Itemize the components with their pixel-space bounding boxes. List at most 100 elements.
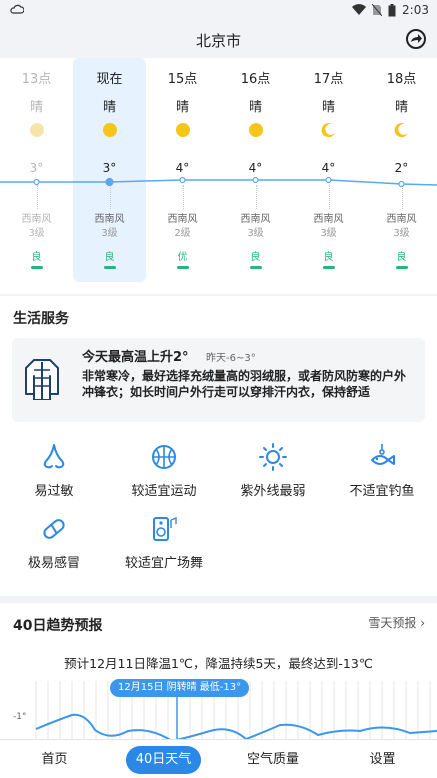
aqi-bar — [249, 266, 262, 269]
trend-tooltip: 12月15日 阴转晴 最低-13° — [110, 679, 250, 697]
tab-air-quality[interactable]: 空气质量 — [218, 740, 328, 778]
aqi-bar — [395, 266, 408, 269]
hour-condition: 晴 — [248, 100, 262, 115]
tip-headline: 今天最高温上升2° — [82, 350, 189, 365]
tab-settings[interactable]: 设置 — [328, 740, 437, 778]
aqi-label: 良 — [396, 252, 407, 263]
dotted-guide — [36, 185, 38, 209]
hour-temperature: 2° — [394, 161, 409, 175]
aqi-bar — [30, 266, 43, 269]
service-label: 易过敏 — [34, 484, 74, 499]
sun-icon — [175, 123, 190, 137]
chevron-right-icon: › — [420, 616, 425, 630]
aqi-label: 优 — [177, 252, 188, 263]
wind-direction: 西南风 — [386, 214, 417, 225]
jacket-icon — [25, 359, 59, 400]
service-label: 极易感冒 — [27, 556, 80, 571]
hour-temperature: 4° — [248, 161, 263, 175]
section-title: 40日趋势预报 — [13, 618, 103, 634]
service-fishing[interactable]: 不适宜钓鱼 — [336, 442, 428, 499]
hour-column[interactable]: 15点晴 4° 西南风 2级优 — [146, 58, 219, 282]
aqi-bar — [103, 266, 116, 269]
wind-level: 3级 — [28, 228, 45, 239]
hour-temperature: 4° — [321, 161, 336, 175]
tip-body: 非常寒冷，最好选择充绒量高的羽绒服，或者防风防寒的户外冲锋衣；如长时间户外行走可… — [82, 369, 407, 399]
hour-condition: 晴 — [102, 100, 116, 115]
dotted-guide — [182, 185, 184, 209]
share-icon[interactable] — [405, 28, 427, 50]
service-sport[interactable]: 较适宜运动 — [118, 442, 210, 499]
service-label: 较适宜运动 — [131, 484, 197, 499]
status-bar: 2:03 — [0, 0, 437, 22]
hour-condition: 晴 — [321, 100, 335, 115]
bottom-tab-bar: 首页 40日天气 空气质量 设置 — [0, 739, 437, 778]
axis-label: -1° — [13, 712, 26, 722]
aqi-bar — [322, 266, 335, 269]
moon-icon — [394, 123, 408, 138]
dotted-guide — [401, 185, 403, 209]
wind-direction: 西南风 — [167, 214, 198, 225]
service-label: 紫外线最弱 — [240, 484, 306, 499]
tab-40-day[interactable]: 40日天气 — [109, 740, 218, 778]
hour-label: 16点 — [240, 72, 271, 87]
service-cold[interactable]: 极易感冒 — [8, 514, 100, 571]
hour-temperature: 4° — [175, 161, 190, 175]
dotted-guide — [109, 185, 111, 209]
dotted-guide — [328, 185, 330, 209]
city-title[interactable]: 北京市 — [0, 30, 437, 51]
hour-column[interactable]: 16点晴 4° 西南风 3级良 — [219, 58, 292, 282]
trend-summary: 预计12月11日降温1℃，降温持续5天，最终达到-13℃ — [64, 656, 373, 671]
tab-label: 首页 — [41, 752, 68, 767]
wind-direction: 西南风 — [21, 214, 52, 225]
tab-label: 空气质量 — [246, 752, 299, 767]
battery-icon — [388, 3, 396, 16]
sun-icon — [259, 443, 287, 471]
aqi-label: 良 — [31, 252, 42, 263]
clothing-tip-card[interactable]: 今天最高温上升2° 昨天-6~3° 非常寒冷，最好选择充绒量高的羽绒服，或者防风… — [12, 338, 425, 422]
aqi-bar — [176, 266, 189, 269]
status-time: 2:03 — [402, 3, 429, 17]
hour-label: 现在 — [96, 72, 123, 87]
fish-icon — [371, 444, 395, 465]
dotted-guide — [255, 185, 257, 209]
wind-level: 3级 — [393, 228, 410, 239]
service-label: 不适宜钓鱼 — [349, 484, 415, 499]
cloud-notification-icon — [10, 4, 24, 14]
basketball-icon — [152, 445, 176, 469]
hour-temperature: 3° — [29, 161, 44, 175]
speaker-icon — [153, 516, 177, 541]
snow-forecast-link[interactable]: 雪天预报 › — [368, 614, 425, 631]
hour-label: 17点 — [313, 72, 344, 87]
service-uv[interactable]: 紫外线最弱 — [227, 442, 319, 499]
hour-temperature: 3° — [102, 161, 117, 175]
hour-column[interactable]: 现在晴 3° 西南风 3级良 — [73, 58, 146, 282]
aqi-label: 良 — [250, 252, 261, 263]
wind-level: 2级 — [174, 228, 191, 239]
sun-icon — [248, 123, 263, 137]
wind-direction: 西南风 — [313, 214, 344, 225]
hourly-forecast[interactable]: 13点晴 3° 西南风 3级良 现在晴 3° 西南风 3级良 15点晴 4° 西南风 2级优 16点晴 4… — [0, 58, 437, 294]
wind-level: 3级 — [320, 228, 337, 239]
hour-condition: 晴 — [29, 100, 43, 115]
hour-column[interactable]: 18点晴 2° 西南风 3级良 — [365, 58, 437, 282]
service-dance[interactable]: 较适宜广场舞 — [118, 514, 210, 571]
hour-condition: 晴 — [394, 100, 408, 115]
tab-label: 40日天气 — [125, 746, 202, 774]
tab-label: 设置 — [369, 752, 396, 767]
sim-icon — [372, 4, 383, 16]
service-allergy[interactable]: 易过敏 — [8, 442, 100, 499]
hour-column[interactable]: 13点晴 3° 西南风 3级良 — [0, 58, 73, 282]
sun-icon — [29, 123, 44, 137]
hour-label: 18点 — [386, 72, 417, 87]
hour-label: 15点 — [167, 72, 198, 87]
wifi-icon — [352, 4, 367, 16]
aqi-label: 良 — [104, 252, 115, 263]
snow-forecast-label: 雪天预报 — [368, 616, 417, 630]
hour-column[interactable]: 17点晴 4° 西南风 3级良 — [292, 58, 365, 282]
hour-label: 13点 — [21, 72, 52, 87]
service-label: 较适宜广场舞 — [124, 556, 203, 571]
tab-home[interactable]: 首页 — [0, 740, 109, 778]
hour-condition: 晴 — [175, 100, 189, 115]
aqi-label: 良 — [323, 252, 334, 263]
wind-level: 3级 — [101, 228, 118, 239]
